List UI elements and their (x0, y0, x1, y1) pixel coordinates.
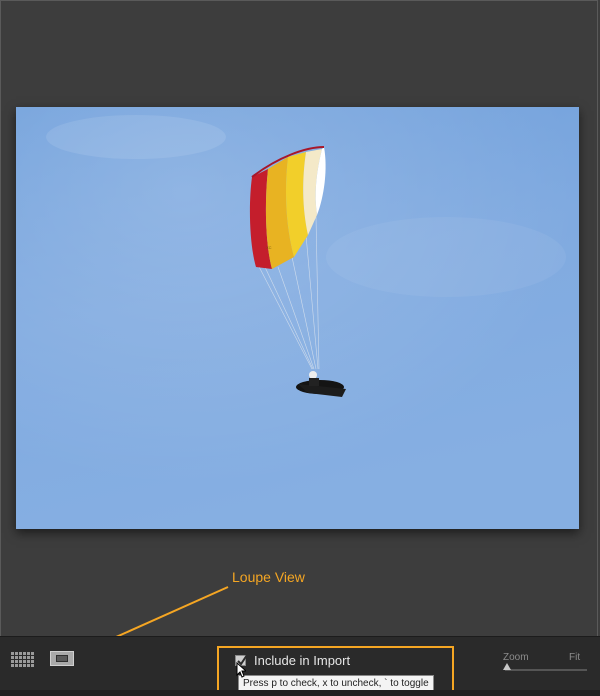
include-in-import-label: Include in Import (254, 653, 351, 668)
zoom-label: Zoom (503, 652, 529, 663)
loupe-view-annotation: Loupe View (232, 569, 305, 585)
grid-view-button[interactable] (11, 652, 36, 669)
zoom-slider-thumb[interactable] (503, 663, 511, 670)
bottom-toolbar: Include in Import Press p to check, x to… (0, 636, 600, 696)
loupe-view-button[interactable] (50, 651, 74, 666)
toolbar-bottom-strip (0, 690, 600, 696)
loupe-view-icon (56, 655, 68, 662)
svg-text:XC: XC (266, 245, 272, 250)
zoom-fit-label[interactable]: Fit (569, 652, 580, 663)
mouse-cursor-icon (236, 662, 246, 678)
zoom-slider-track[interactable] (505, 669, 587, 671)
photo-preview[interactable]: XC (16, 107, 579, 529)
paraglider-photo: XC (16, 107, 579, 529)
